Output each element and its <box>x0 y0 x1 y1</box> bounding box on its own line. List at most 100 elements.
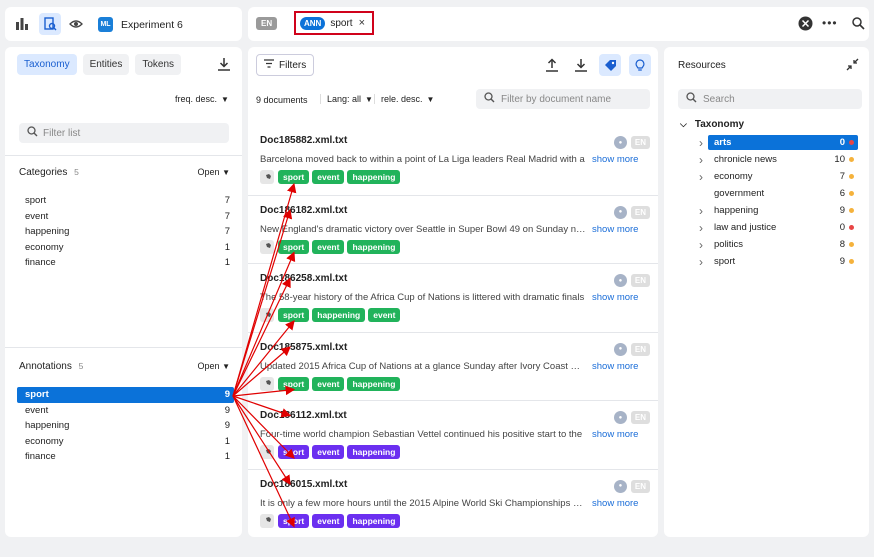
relevance-sort-dropdown[interactable]: rele. desc. ▼ <box>374 94 434 104</box>
annotation-tag[interactable]: sport <box>278 239 310 254</box>
chevron-right-icon[interactable]: › <box>694 221 708 235</box>
annotation-tag[interactable]: happening <box>347 376 401 391</box>
taxonomy-item[interactable]: government 6 <box>694 185 864 202</box>
taxonomy-item[interactable]: › sport 9 <box>694 253 864 270</box>
list-item[interactable]: event 9 <box>5 403 242 419</box>
status-dot <box>849 208 854 213</box>
annotation-tag[interactable]: sport <box>278 445 310 459</box>
filter-list-input[interactable]: Filter list <box>19 123 229 143</box>
document-title[interactable]: Doc186112.xml.txt <box>260 410 648 421</box>
tag-icon[interactable] <box>599 54 621 76</box>
search-icon[interactable] <box>852 17 865 30</box>
annotation-tool-icon[interactable] <box>260 308 274 322</box>
annotation-tag[interactable]: event <box>312 239 345 254</box>
document-card[interactable]: Doc185875.xml.txt ● EN Updated 2015 Africa … <box>248 331 658 401</box>
tab-taxonomy[interactable]: Taxonomy <box>17 54 77 75</box>
annotation-tool-icon[interactable] <box>260 513 274 528</box>
show-more-link[interactable]: show more <box>592 429 638 440</box>
taxonomy-item-count: 6 <box>839 188 845 199</box>
list-item[interactable]: happening 7 <box>5 224 242 240</box>
document-card[interactable]: Doc186182.xml.txt ● EN New England's dramat… <box>248 194 658 264</box>
document-card[interactable]: Doc186112.xml.txt ● EN Four-time world cham… <box>248 400 658 469</box>
annotation-tag[interactable]: event <box>312 170 345 184</box>
annotation-tag[interactable]: sport <box>278 170 310 184</box>
language-sort-dropdown[interactable]: Lang: all ▼ <box>320 94 373 104</box>
chevron-right-icon[interactable]: › <box>694 255 708 269</box>
taxonomy-item[interactable]: › economy 7 <box>694 168 864 185</box>
annotation-tag[interactable]: happening <box>347 239 401 254</box>
list-item[interactable]: economy 1 <box>5 434 242 450</box>
annotation-tag[interactable]: event <box>368 308 401 322</box>
resources-search-input[interactable]: Search <box>678 89 862 109</box>
annotation-tag[interactable]: happening <box>312 308 366 322</box>
close-icon[interactable]: × <box>359 17 365 29</box>
list-item[interactable]: happening 9 <box>5 418 242 434</box>
show-more-link[interactable]: show more <box>592 224 638 235</box>
sort-dropdown[interactable]: freq. desc. ▼ <box>175 94 229 104</box>
taxonomy-item[interactable]: › arts 0 <box>694 134 864 151</box>
list-item[interactable]: finance 1 <box>5 449 242 465</box>
list-item[interactable]: economy 1 <box>5 240 242 256</box>
document-title[interactable]: Doc185882.xml.txt <box>260 135 648 146</box>
annotation-tag[interactable]: happening <box>347 513 401 528</box>
show-more-link[interactable]: show more <box>592 498 638 509</box>
annotation-tool-icon[interactable] <box>260 170 274 184</box>
experiment-name[interactable]: Experiment 6 <box>121 19 183 31</box>
list-item[interactable]: sport 9 <box>17 387 234 403</box>
taxonomy-item[interactable]: › politics 8 <box>694 236 864 253</box>
tab-tokens[interactable]: Tokens <box>135 54 182 75</box>
download-icon[interactable] <box>574 58 588 72</box>
show-more-link[interactable]: show more <box>592 361 638 372</box>
more-icon[interactable]: ••• <box>822 16 838 30</box>
annotation-tool-icon[interactable] <box>260 445 274 459</box>
filters-button[interactable]: Filters <box>256 54 315 76</box>
annotation-tag[interactable]: event <box>312 445 345 459</box>
document-snippet-row: New England's dramatic victory over Seat… <box>260 224 648 235</box>
taxonomy-root[interactable]: ⌵ Taxonomy <box>680 119 744 130</box>
annotation-tag[interactable]: sport <box>278 308 310 322</box>
collapse-icon[interactable] <box>846 58 859 71</box>
annotation-tool-icon[interactable] <box>260 239 274 254</box>
taxonomy-item[interactable]: › law and justice 0 <box>694 219 864 236</box>
taxonomy-item[interactable]: › chronicle news 10 <box>694 151 864 168</box>
document-card[interactable]: Doc186258.xml.txt ● EN The 58-year history … <box>248 263 658 332</box>
upload-icon[interactable] <box>545 58 559 72</box>
document-title[interactable]: Doc186015.xml.txt <box>260 479 648 490</box>
annotation-tool-icon[interactable] <box>260 376 274 391</box>
active-filter-chip[interactable]: ANN sport × <box>294 11 374 35</box>
annotation-tag[interactable]: event <box>312 513 345 528</box>
chevron-right-icon[interactable]: › <box>694 153 708 167</box>
annotation-tag[interactable]: sport <box>278 376 310 391</box>
show-more-link[interactable]: show more <box>592 292 638 303</box>
annotation-tag[interactable]: event <box>312 376 345 391</box>
bar-chart-icon[interactable] <box>15 17 29 31</box>
chevron-right-icon[interactable]: › <box>694 136 708 150</box>
document-filter-input[interactable]: Filter by document name <box>476 89 650 109</box>
chevron-right-icon[interactable]: › <box>694 170 708 184</box>
annotation-tag[interactable]: happening <box>347 170 401 184</box>
close-circle-icon[interactable] <box>798 16 813 31</box>
document-card[interactable]: Doc185882.xml.txt ● EN Barcelona moved back… <box>248 126 658 195</box>
document-snippet: Barcelona moved back to within a point o… <box>260 154 585 165</box>
document-title[interactable]: Doc186258.xml.txt <box>260 273 648 284</box>
chevron-right-icon[interactable]: › <box>694 204 708 218</box>
eye-icon[interactable] <box>69 17 83 31</box>
document-card[interactable]: Doc186015.xml.txt ● EN It is only a few mor… <box>248 468 658 538</box>
categories-open-dropdown[interactable]: Open ▼ <box>198 167 230 177</box>
show-more-link[interactable]: show more <box>592 154 638 165</box>
list-item[interactable]: sport 7 <box>5 193 242 209</box>
annotation-tag[interactable]: sport <box>278 513 310 528</box>
language-chip[interactable]: EN <box>256 17 278 30</box>
annotation-tag[interactable]: happening <box>347 445 401 459</box>
taxonomy-item[interactable]: › happening 9 <box>694 202 864 219</box>
lightbulb-icon[interactable] <box>629 54 651 76</box>
list-item[interactable]: finance 1 <box>5 255 242 271</box>
document-search-icon[interactable] <box>39 13 61 35</box>
document-title[interactable]: Doc186182.xml.txt <box>260 205 648 216</box>
download-icon[interactable] <box>217 57 231 71</box>
annotations-open-dropdown[interactable]: Open ▼ <box>198 361 230 371</box>
chevron-right-icon[interactable]: › <box>694 238 708 252</box>
document-title[interactable]: Doc185875.xml.txt <box>260 342 648 353</box>
list-item[interactable]: event 7 <box>5 209 242 225</box>
tab-entities[interactable]: Entities <box>82 54 130 75</box>
